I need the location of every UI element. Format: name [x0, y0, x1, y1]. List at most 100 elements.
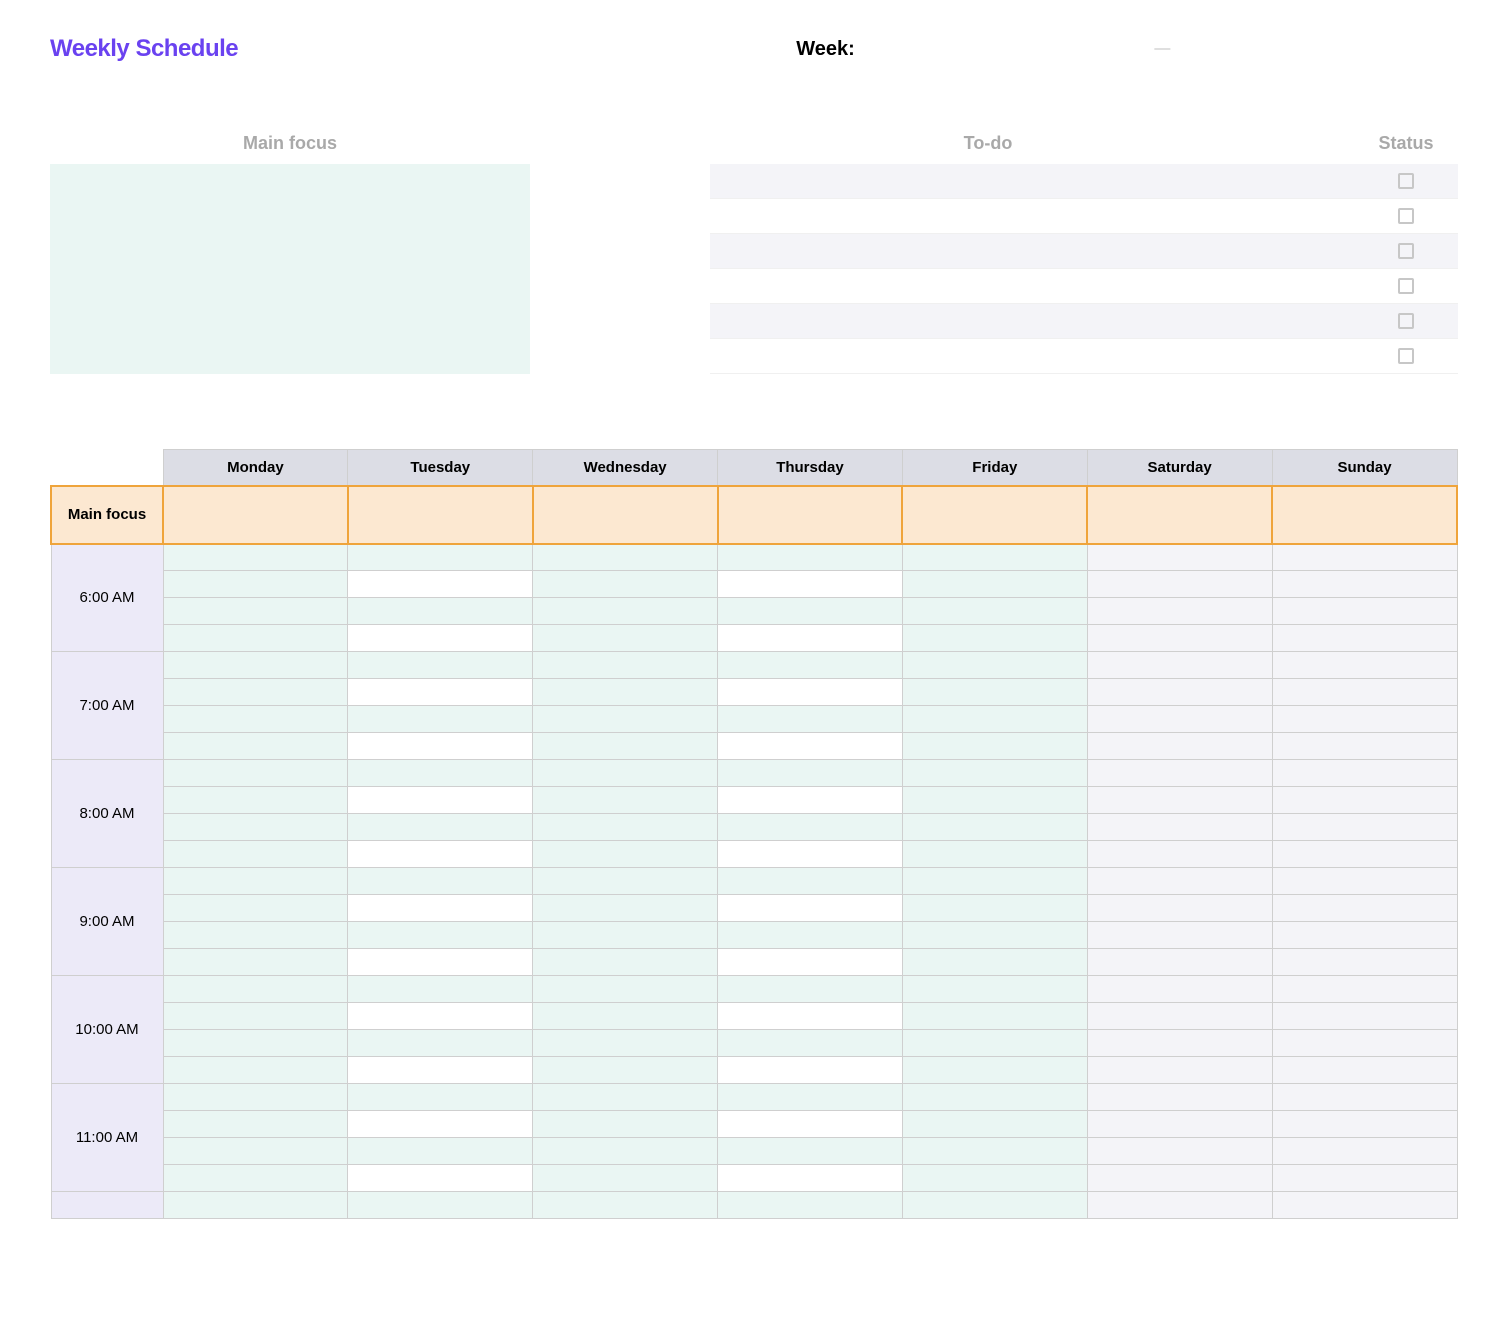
schedule-cell[interactable] — [163, 760, 348, 787]
schedule-cell[interactable] — [1272, 1030, 1457, 1057]
schedule-cell[interactable] — [533, 760, 718, 787]
schedule-cell[interactable] — [1087, 895, 1272, 922]
schedule-cell[interactable] — [163, 706, 348, 733]
schedule-cell[interactable] — [1087, 841, 1272, 868]
schedule-cell[interactable] — [902, 841, 1087, 868]
schedule-cell[interactable] — [348, 1057, 533, 1084]
schedule-cell[interactable] — [533, 625, 718, 652]
schedule-cell[interactable] — [163, 598, 348, 625]
schedule-cell[interactable] — [348, 787, 533, 814]
schedule-cell[interactable] — [902, 625, 1087, 652]
schedule-cell[interactable] — [348, 1165, 533, 1192]
schedule-cell[interactable] — [1272, 868, 1457, 895]
schedule-cell[interactable] — [1087, 1111, 1272, 1138]
schedule-cell[interactable] — [1087, 1138, 1272, 1165]
schedule-cell[interactable] — [902, 949, 1087, 976]
schedule-cell[interactable] — [1272, 1111, 1457, 1138]
schedule-cell[interactable] — [1272, 679, 1457, 706]
schedule-cell[interactable] — [348, 1138, 533, 1165]
schedule-cell[interactable] — [348, 733, 533, 760]
week-start-input[interactable] — [867, 36, 1139, 62]
schedule-cell[interactable] — [348, 598, 533, 625]
schedule-cell[interactable] — [163, 625, 348, 652]
checkbox-icon[interactable] — [1398, 348, 1414, 364]
schedule-cell[interactable] — [1087, 544, 1272, 571]
schedule-cell[interactable] — [163, 922, 348, 949]
todo-text-input[interactable] — [710, 269, 1354, 303]
schedule-cell[interactable] — [1272, 1165, 1457, 1192]
todo-text-input[interactable] — [710, 164, 1354, 198]
schedule-cell[interactable] — [348, 1030, 533, 1057]
schedule-cell[interactable] — [348, 1084, 533, 1111]
schedule-cell[interactable] — [163, 1084, 348, 1111]
schedule-cell[interactable] — [533, 814, 718, 841]
schedule-cell[interactable] — [718, 1057, 903, 1084]
schedule-cell[interactable] — [163, 1192, 348, 1219]
schedule-cell[interactable] — [348, 949, 533, 976]
schedule-cell[interactable] — [902, 706, 1087, 733]
schedule-cell[interactable] — [902, 733, 1087, 760]
schedule-cell[interactable] — [718, 1138, 903, 1165]
schedule-cell[interactable] — [902, 1057, 1087, 1084]
schedule-cell[interactable] — [1272, 1138, 1457, 1165]
schedule-cell[interactable] — [902, 1003, 1087, 1030]
schedule-cell[interactable] — [1087, 922, 1272, 949]
todo-text-input[interactable] — [710, 234, 1354, 268]
schedule-cell[interactable] — [902, 922, 1087, 949]
schedule-cell[interactable] — [1087, 1192, 1272, 1219]
schedule-cell[interactable] — [1087, 1084, 1272, 1111]
schedule-cell[interactable] — [1087, 1165, 1272, 1192]
week-end-input[interactable] — [1186, 36, 1458, 62]
schedule-cell[interactable] — [902, 571, 1087, 598]
schedule-cell[interactable] — [533, 841, 718, 868]
schedule-cell[interactable] — [718, 922, 903, 949]
schedule-cell[interactable] — [533, 544, 718, 571]
schedule-cell[interactable] — [533, 679, 718, 706]
schedule-cell[interactable] — [1272, 760, 1457, 787]
schedule-cell[interactable] — [163, 733, 348, 760]
schedule-cell[interactable] — [348, 706, 533, 733]
schedule-cell[interactable] — [1087, 1030, 1272, 1057]
schedule-cell[interactable] — [902, 814, 1087, 841]
schedule-cell[interactable] — [533, 1084, 718, 1111]
checkbox-icon[interactable] — [1398, 313, 1414, 329]
schedule-cell[interactable] — [718, 949, 903, 976]
schedule-cell[interactable] — [1087, 976, 1272, 1003]
schedule-cell[interactable] — [902, 1138, 1087, 1165]
schedule-cell[interactable] — [533, 1003, 718, 1030]
schedule-cell[interactable] — [533, 949, 718, 976]
checkbox-icon[interactable] — [1398, 173, 1414, 189]
schedule-cell[interactable] — [718, 733, 903, 760]
schedule-cell[interactable] — [1087, 787, 1272, 814]
schedule-cell[interactable] — [348, 922, 533, 949]
focus-cell[interactable] — [718, 486, 903, 544]
schedule-cell[interactable] — [902, 679, 1087, 706]
schedule-cell[interactable] — [533, 1111, 718, 1138]
schedule-cell[interactable] — [1272, 733, 1457, 760]
schedule-cell[interactable] — [1087, 868, 1272, 895]
schedule-cell[interactable] — [533, 1138, 718, 1165]
schedule-cell[interactable] — [718, 706, 903, 733]
schedule-cell[interactable] — [533, 733, 718, 760]
schedule-cell[interactable] — [163, 652, 348, 679]
schedule-cell[interactable] — [1087, 598, 1272, 625]
schedule-cell[interactable] — [718, 598, 903, 625]
schedule-cell[interactable] — [163, 787, 348, 814]
schedule-cell[interactable] — [718, 625, 903, 652]
schedule-cell[interactable] — [533, 571, 718, 598]
schedule-cell[interactable] — [163, 814, 348, 841]
schedule-cell[interactable] — [718, 787, 903, 814]
schedule-cell[interactable] — [1087, 625, 1272, 652]
schedule-cell[interactable] — [718, 571, 903, 598]
schedule-cell[interactable] — [348, 841, 533, 868]
schedule-cell[interactable] — [348, 1192, 533, 1219]
schedule-cell[interactable] — [902, 1192, 1087, 1219]
schedule-cell[interactable] — [348, 1003, 533, 1030]
schedule-cell[interactable] — [718, 895, 903, 922]
focus-cell[interactable] — [163, 486, 348, 544]
main-focus-input[interactable] — [50, 164, 530, 374]
schedule-cell[interactable] — [1087, 733, 1272, 760]
focus-cell[interactable] — [1087, 486, 1272, 544]
focus-cell[interactable] — [902, 486, 1087, 544]
schedule-cell[interactable] — [718, 841, 903, 868]
